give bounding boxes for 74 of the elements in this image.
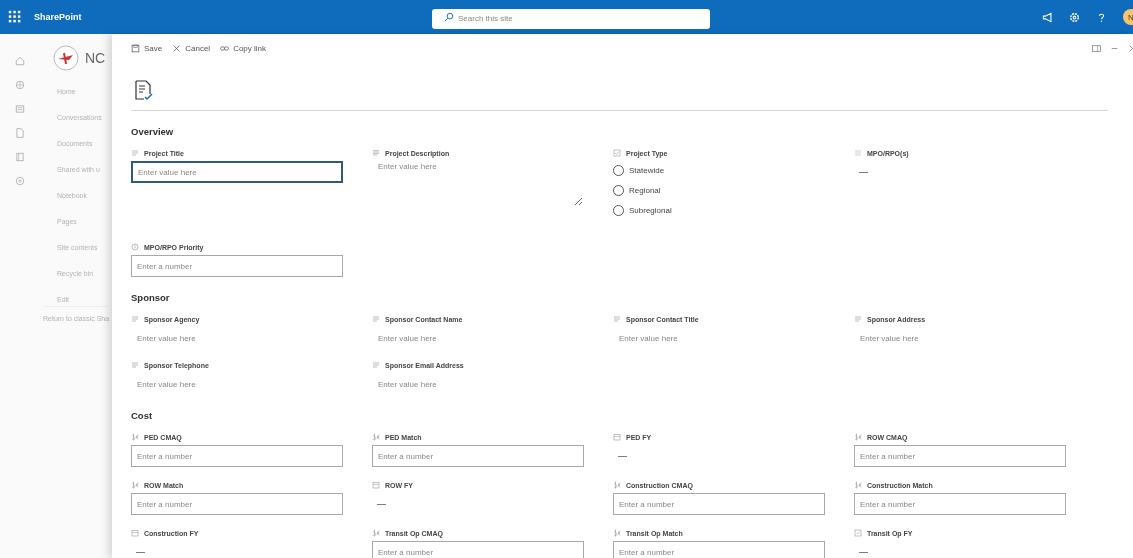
input-field[interactable]: Enter value here <box>372 161 584 207</box>
currency-icon <box>613 481 621 489</box>
app-launcher-icon[interactable] <box>8 10 22 24</box>
user-avatar[interactable]: N <box>1123 9 1133 25</box>
currency-icon <box>854 433 862 441</box>
site-title[interactable]: NC <box>85 50 106 66</box>
section-heading: Overview <box>131 126 175 139</box>
search-icon <box>444 12 454 22</box>
megaphone-icon[interactable] <box>1042 11 1053 23</box>
input-field[interactable]: Enter value here <box>372 327 584 349</box>
section-heading: Sponsor <box>131 292 171 305</box>
cancel-button[interactable]: Cancel <box>172 43 211 53</box>
empty-value: — <box>135 546 146 558</box>
currency-icon <box>854 481 862 489</box>
text-field-icon <box>613 315 621 323</box>
plus-circle-icon[interactable] <box>15 176 25 186</box>
save-button[interactable]: Save <box>131 43 163 53</box>
calendar-icon <box>613 433 621 441</box>
input-field[interactable]: Enter value here <box>613 327 825 349</box>
paragraph-icon <box>372 149 380 157</box>
news-icon[interactable] <box>15 104 25 114</box>
empty-value: — <box>617 450 628 463</box>
text-field-icon <box>131 315 139 323</box>
input-field[interactable]: Enter a number <box>131 255 343 277</box>
link-button[interactable]: Copy link <box>220 43 267 53</box>
expand-icon[interactable] <box>1092 43 1101 53</box>
text-field-icon <box>131 361 139 369</box>
section-heading: Cost <box>131 410 154 423</box>
search-field[interactable]: Search this site <box>432 8 710 29</box>
currency-icon <box>372 433 380 441</box>
input-field[interactable]: Enter value here <box>131 327 343 349</box>
input-field[interactable]: Enter value here <box>131 373 343 395</box>
text-field-icon <box>372 315 380 323</box>
input-field[interactable]: Enter a number <box>854 445 1066 467</box>
document-icon[interactable] <box>15 128 25 138</box>
radio-option[interactable]: Statewide <box>613 162 825 178</box>
checklist-icon <box>613 149 621 157</box>
help-icon[interactable] <box>1096 11 1107 23</box>
number-icon <box>131 243 139 251</box>
notebook-icon[interactable] <box>15 152 25 162</box>
radio-option[interactable]: Subregional <box>613 202 825 218</box>
empty-value: — <box>858 166 869 179</box>
checkbox-icon <box>854 529 862 537</box>
input-field[interactable]: Enter a number <box>131 445 343 467</box>
link-icon <box>220 43 230 53</box>
input-field[interactable]: Enter a number <box>131 493 343 515</box>
empty-value: — <box>376 498 387 511</box>
currency-icon <box>131 481 139 489</box>
empty-value: — <box>858 546 869 558</box>
input-field[interactable]: Enter a number <box>854 493 1066 515</box>
radio-option[interactable]: Regional <box>613 182 825 198</box>
form-icon <box>133 80 153 102</box>
text-field-icon <box>854 315 862 323</box>
globe-icon[interactable] <box>15 80 25 90</box>
save-icon <box>131 43 140 53</box>
currency-icon <box>613 529 621 537</box>
settings-icon[interactable] <box>1069 11 1080 23</box>
text-field-icon <box>131 149 139 157</box>
site-logo[interactable] <box>53 45 79 71</box>
input-field[interactable]: Enter a number <box>372 541 584 558</box>
input-field[interactable]: Enter value here <box>854 327 1066 349</box>
input-field[interactable]: Enter a number <box>613 493 825 515</box>
input-field[interactable]: Enter a number <box>372 445 584 467</box>
text-field-icon <box>372 361 380 369</box>
calendar-icon <box>131 529 139 537</box>
close-icon <box>172 43 182 53</box>
currency-icon <box>372 529 380 537</box>
calendar-icon <box>372 481 380 489</box>
app-name[interactable]: SharePoint <box>34 12 432 22</box>
home-icon[interactable] <box>15 56 25 66</box>
input-field[interactable]: Enter value here <box>131 161 343 183</box>
input-field[interactable]: Enter value here <box>372 373 584 395</box>
input-field[interactable]: Enter a number <box>613 541 825 558</box>
currency-icon <box>131 433 139 441</box>
